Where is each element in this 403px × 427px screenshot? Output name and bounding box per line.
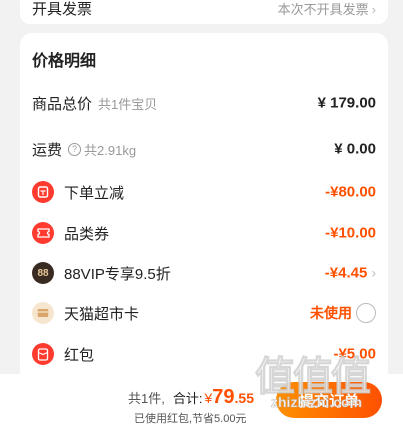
invoice-value[interactable]: 本次不开具发票 › [278, 0, 376, 18]
vip-discount-value: -¥4.45 [324, 264, 368, 282]
vip-discount-label: 88VIP专享9.5折 [64, 265, 171, 283]
tmall-card-label: 天猫超市卡 [64, 305, 140, 323]
total-label: 合计: [172, 391, 203, 406]
red-envelope-icon [32, 181, 54, 203]
red-packet-icon [32, 343, 54, 365]
checkout-bar: 共1件, 合计: ¥79.55 已使用红包,节省5.00元 提交订单 [0, 374, 403, 427]
order-summary: 共1件, 合计: ¥79.55 [128, 386, 254, 409]
invoice-label: 开具发票 [32, 1, 93, 18]
red-packet-amount: -¥5.00 [333, 345, 376, 363]
total-amount-integer: 79 [212, 386, 235, 408]
card-icon [32, 302, 54, 324]
invoice-card[interactable]: 开具发票 本次不开具发票 › [20, 0, 388, 24]
category-coupon-row: 品类券 -¥10.00 [32, 218, 376, 248]
item-count: 共1件, [128, 391, 165, 406]
red-packet-row[interactable]: 红包 -¥5.00 [32, 339, 376, 369]
shipping-label: 运费 [32, 141, 63, 159]
saving-note: 已使用红包,节省5.00元 [134, 413, 247, 425]
invoice-value-text: 本次不开具发票 [277, 2, 369, 17]
shipping-row: 运费 ? 共2.91kg ¥ 0.00 [32, 134, 376, 164]
order-discount-amount: -¥80.00 [325, 183, 376, 201]
goods-count: 共1件宝贝 [98, 96, 158, 112]
price-detail-title: 价格明细 [32, 53, 97, 70]
chevron-right-icon: › [371, 2, 376, 17]
shipping-amount: ¥ 0.00 [334, 140, 376, 158]
vip-discount-row[interactable]: 88 88VIP专享9.5折 -¥4.45 › [32, 258, 376, 288]
category-coupon-amount: -¥10.00 [325, 224, 376, 242]
shipping-weight: 共2.91kg [84, 142, 137, 158]
red-packet-label: 红包 [64, 346, 95, 364]
chevron-right-icon: › [371, 264, 376, 281]
goods-total-label: 商品总价 [32, 95, 93, 113]
vip-88-icon: 88 [32, 262, 54, 284]
vip-discount-amount: -¥4.45 › [325, 265, 376, 282]
tmall-card-radio[interactable] [356, 303, 376, 323]
vip-icon-text: 88 [37, 267, 49, 279]
tmall-card-row[interactable]: 天猫超市卡 未使用 [32, 298, 376, 328]
tmall-card-status: 未使用 [310, 305, 352, 321]
order-discount-row: 下单立减 -¥80.00 [32, 177, 376, 207]
goods-total-amount: ¥ 179.00 [317, 94, 376, 112]
coupon-ticket-icon [32, 222, 54, 244]
category-coupon-label: 品类券 [64, 225, 110, 243]
goods-total-row: 商品总价 共1件宝贝 ¥ 179.00 [32, 88, 376, 118]
price-detail-card: 价格明细 商品总价 共1件宝贝 ¥ 179.00 运费 ? 共2.91kg ¥ … [20, 33, 388, 383]
help-icon[interactable]: ? [68, 142, 82, 156]
total-amount-decimal: .55 [234, 390, 254, 406]
submit-order-button[interactable]: 提交订单 [276, 382, 382, 418]
order-discount-label: 下单立减 [64, 184, 125, 202]
